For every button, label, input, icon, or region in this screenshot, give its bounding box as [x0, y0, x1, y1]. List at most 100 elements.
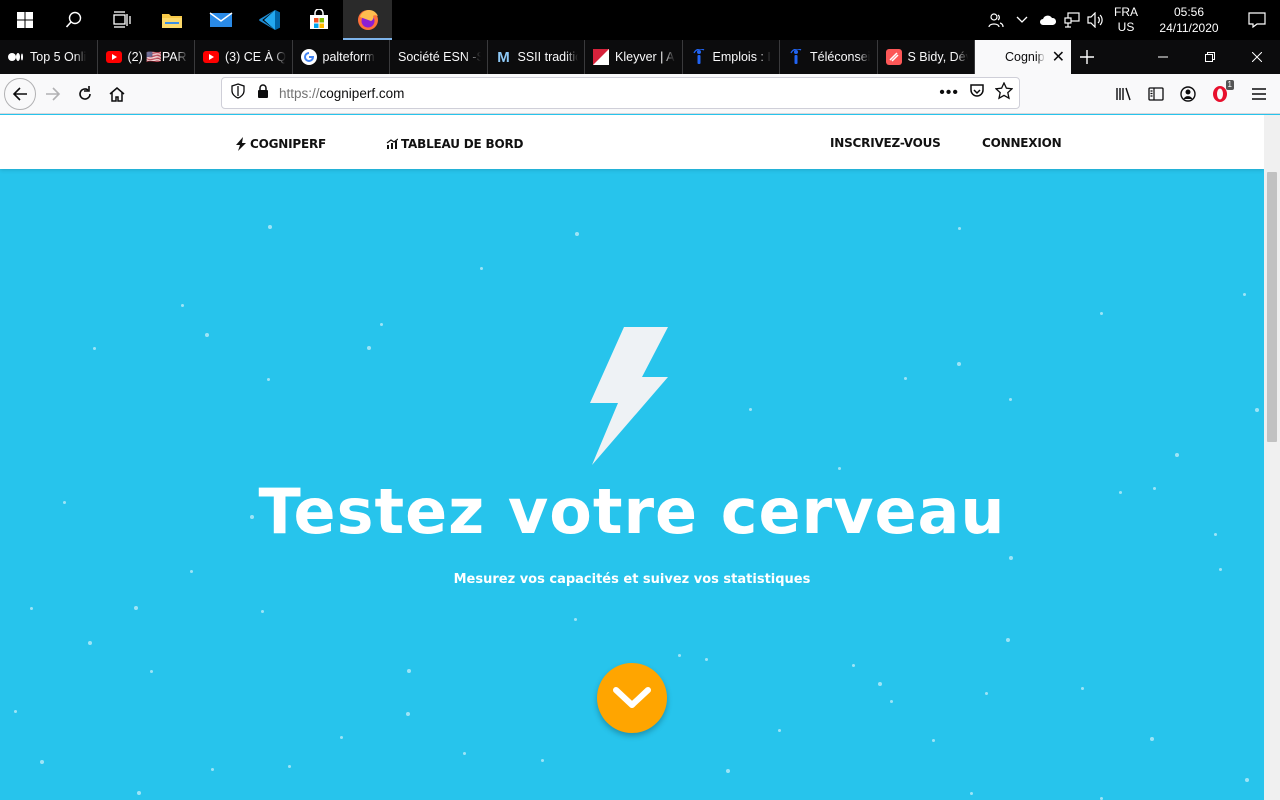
- browser-tab[interactable]: (3) CE À Q: [195, 40, 293, 74]
- browser-tab-active[interactable]: Cognip ✕: [975, 40, 1071, 74]
- people-button[interactable]: [984, 0, 1008, 40]
- mail-button[interactable]: [196, 0, 245, 40]
- particle-dot: [14, 710, 17, 713]
- signup-link[interactable]: INSCRIVEZ-VOUS: [830, 136, 941, 150]
- close-tab-icon[interactable]: ✕: [1052, 47, 1065, 67]
- browser-tab[interactable]: Téléconsei: [780, 40, 878, 74]
- forward-button[interactable]: [37, 78, 69, 110]
- tab-label: Kleyver | A: [615, 50, 675, 64]
- star-icon: [994, 80, 1014, 99]
- reload-button[interactable]: [69, 78, 101, 110]
- minimize-icon: [1157, 56, 1168, 58]
- windows-taskbar: FRA US 05:56 24/11/2020: [0, 0, 1280, 40]
- url-text[interactable]: https://cogniperf.com: [279, 86, 404, 101]
- particle-dot: [838, 467, 841, 470]
- library-button[interactable]: [1108, 78, 1140, 110]
- url-bar[interactable]: https://cogniperf.com •••: [221, 77, 1020, 109]
- particle-dot: [340, 736, 343, 739]
- url-scheme: https://: [279, 85, 320, 101]
- dashboard-link[interactable]: TABLEAU DE BORD: [386, 137, 523, 151]
- language-secondary: US: [1117, 20, 1135, 34]
- minimize-button[interactable]: [1139, 40, 1186, 74]
- particle-dot: [705, 658, 708, 661]
- new-tab-button[interactable]: [1071, 40, 1103, 74]
- page-actions-button[interactable]: •••: [939, 84, 959, 102]
- url-host: cogniperf.com: [319, 85, 405, 101]
- hero-subtitle: Mesurez vos capacités et suivez vos stat…: [453, 572, 811, 587]
- login-link[interactable]: CONNEXION: [982, 136, 1062, 150]
- network-button[interactable]: [1060, 0, 1084, 40]
- browser-tab-strip: Top 5 Onli (2) 🇺🇸PARI (3) CE À Q paltefo…: [0, 40, 1280, 74]
- tracking-protection-icon[interactable]: [231, 82, 245, 104]
- start-button[interactable]: [0, 0, 49, 40]
- dashboard-label: TABLEAU DE BORD: [401, 137, 524, 151]
- indeed-icon: [788, 49, 804, 65]
- restore-icon: [1204, 52, 1215, 62]
- vscode-button[interactable]: [245, 0, 294, 40]
- account-button[interactable]: [1172, 78, 1204, 110]
- clock-button[interactable]: 05:56 24/11/2020: [1144, 4, 1234, 36]
- browser-tab[interactable]: M SSII traditio: [488, 40, 585, 74]
- home-button[interactable]: [101, 78, 133, 110]
- signup-label: INSCRIVEZ-VOUS: [830, 136, 941, 150]
- medium-icon: [8, 49, 24, 65]
- particle-dot: [134, 606, 138, 610]
- particle-dot: [852, 664, 855, 667]
- restore-button[interactable]: [1186, 40, 1233, 74]
- browser-tab[interactable]: Top 5 Onli: [0, 40, 98, 74]
- menu-button[interactable]: [1243, 78, 1275, 110]
- close-window-button[interactable]: [1233, 40, 1280, 74]
- task-view-button[interactable]: [98, 0, 147, 40]
- particle-dot: [205, 333, 209, 337]
- sidebar-button[interactable]: [1140, 78, 1172, 110]
- browser-tab[interactable]: palteform: [293, 40, 390, 74]
- particle-dot: [1006, 638, 1010, 642]
- brand-link[interactable]: COGNIPERF: [235, 137, 326, 151]
- file-explorer-button[interactable]: [147, 0, 196, 40]
- browser-tab[interactable]: Emplois : I: [683, 40, 780, 74]
- mail-icon: [209, 12, 232, 27]
- particle-dot: [958, 227, 961, 230]
- particle-dot: [970, 792, 973, 795]
- scrollbar-thumb[interactable]: [1267, 172, 1277, 442]
- padlock-icon[interactable]: [257, 83, 269, 103]
- particle-dot: [150, 670, 153, 673]
- browser-tab[interactable]: Kleyver | A: [585, 40, 683, 74]
- firefox-button[interactable]: [343, 0, 392, 40]
- browser-tab[interactable]: S Bidy, Dév: [878, 40, 975, 74]
- system-tray: FRA US 05:56 24/11/2020: [984, 0, 1280, 40]
- particle-dot: [407, 669, 411, 673]
- particle-dot: [211, 768, 214, 771]
- show-hidden-icons-button[interactable]: [1008, 0, 1036, 40]
- scroll-down-button[interactable]: [597, 663, 667, 733]
- particle-dot: [261, 610, 264, 613]
- particle-dot: [575, 232, 579, 236]
- input-language-button[interactable]: FRA US: [1108, 5, 1144, 35]
- particle-dot: [1175, 453, 1179, 457]
- action-center-button[interactable]: [1234, 0, 1280, 40]
- browser-tab[interactable]: Société ESN -S: [390, 40, 488, 74]
- back-button[interactable]: [4, 78, 36, 110]
- youtube-icon: [105, 49, 122, 65]
- particle-dot: [30, 607, 33, 610]
- onedrive-button[interactable]: [1036, 0, 1060, 40]
- firefox-icon: [357, 10, 378, 30]
- page-scrollbar[interactable]: [1264, 115, 1280, 800]
- tab-label: SSII traditio: [517, 50, 579, 64]
- particle-dot: [678, 654, 681, 657]
- volume-button[interactable]: [1084, 0, 1108, 40]
- account-icon: [1180, 86, 1196, 102]
- extension-button[interactable]: 1: [1204, 78, 1236, 110]
- particle-dot: [890, 700, 893, 703]
- search-button[interactable]: [49, 0, 98, 40]
- hamburger-icon: [1252, 88, 1266, 100]
- indeed-icon: [691, 49, 707, 65]
- store-icon: [309, 9, 328, 29]
- pocket-icon: [970, 83, 984, 97]
- pocket-button[interactable]: [969, 83, 985, 104]
- store-button[interactable]: [294, 0, 343, 40]
- vscode-icon: [258, 10, 280, 30]
- browser-tab[interactable]: (2) 🇺🇸PARI: [98, 40, 195, 74]
- particle-dot: [380, 323, 383, 326]
- bookmark-star-button[interactable]: [994, 80, 1014, 105]
